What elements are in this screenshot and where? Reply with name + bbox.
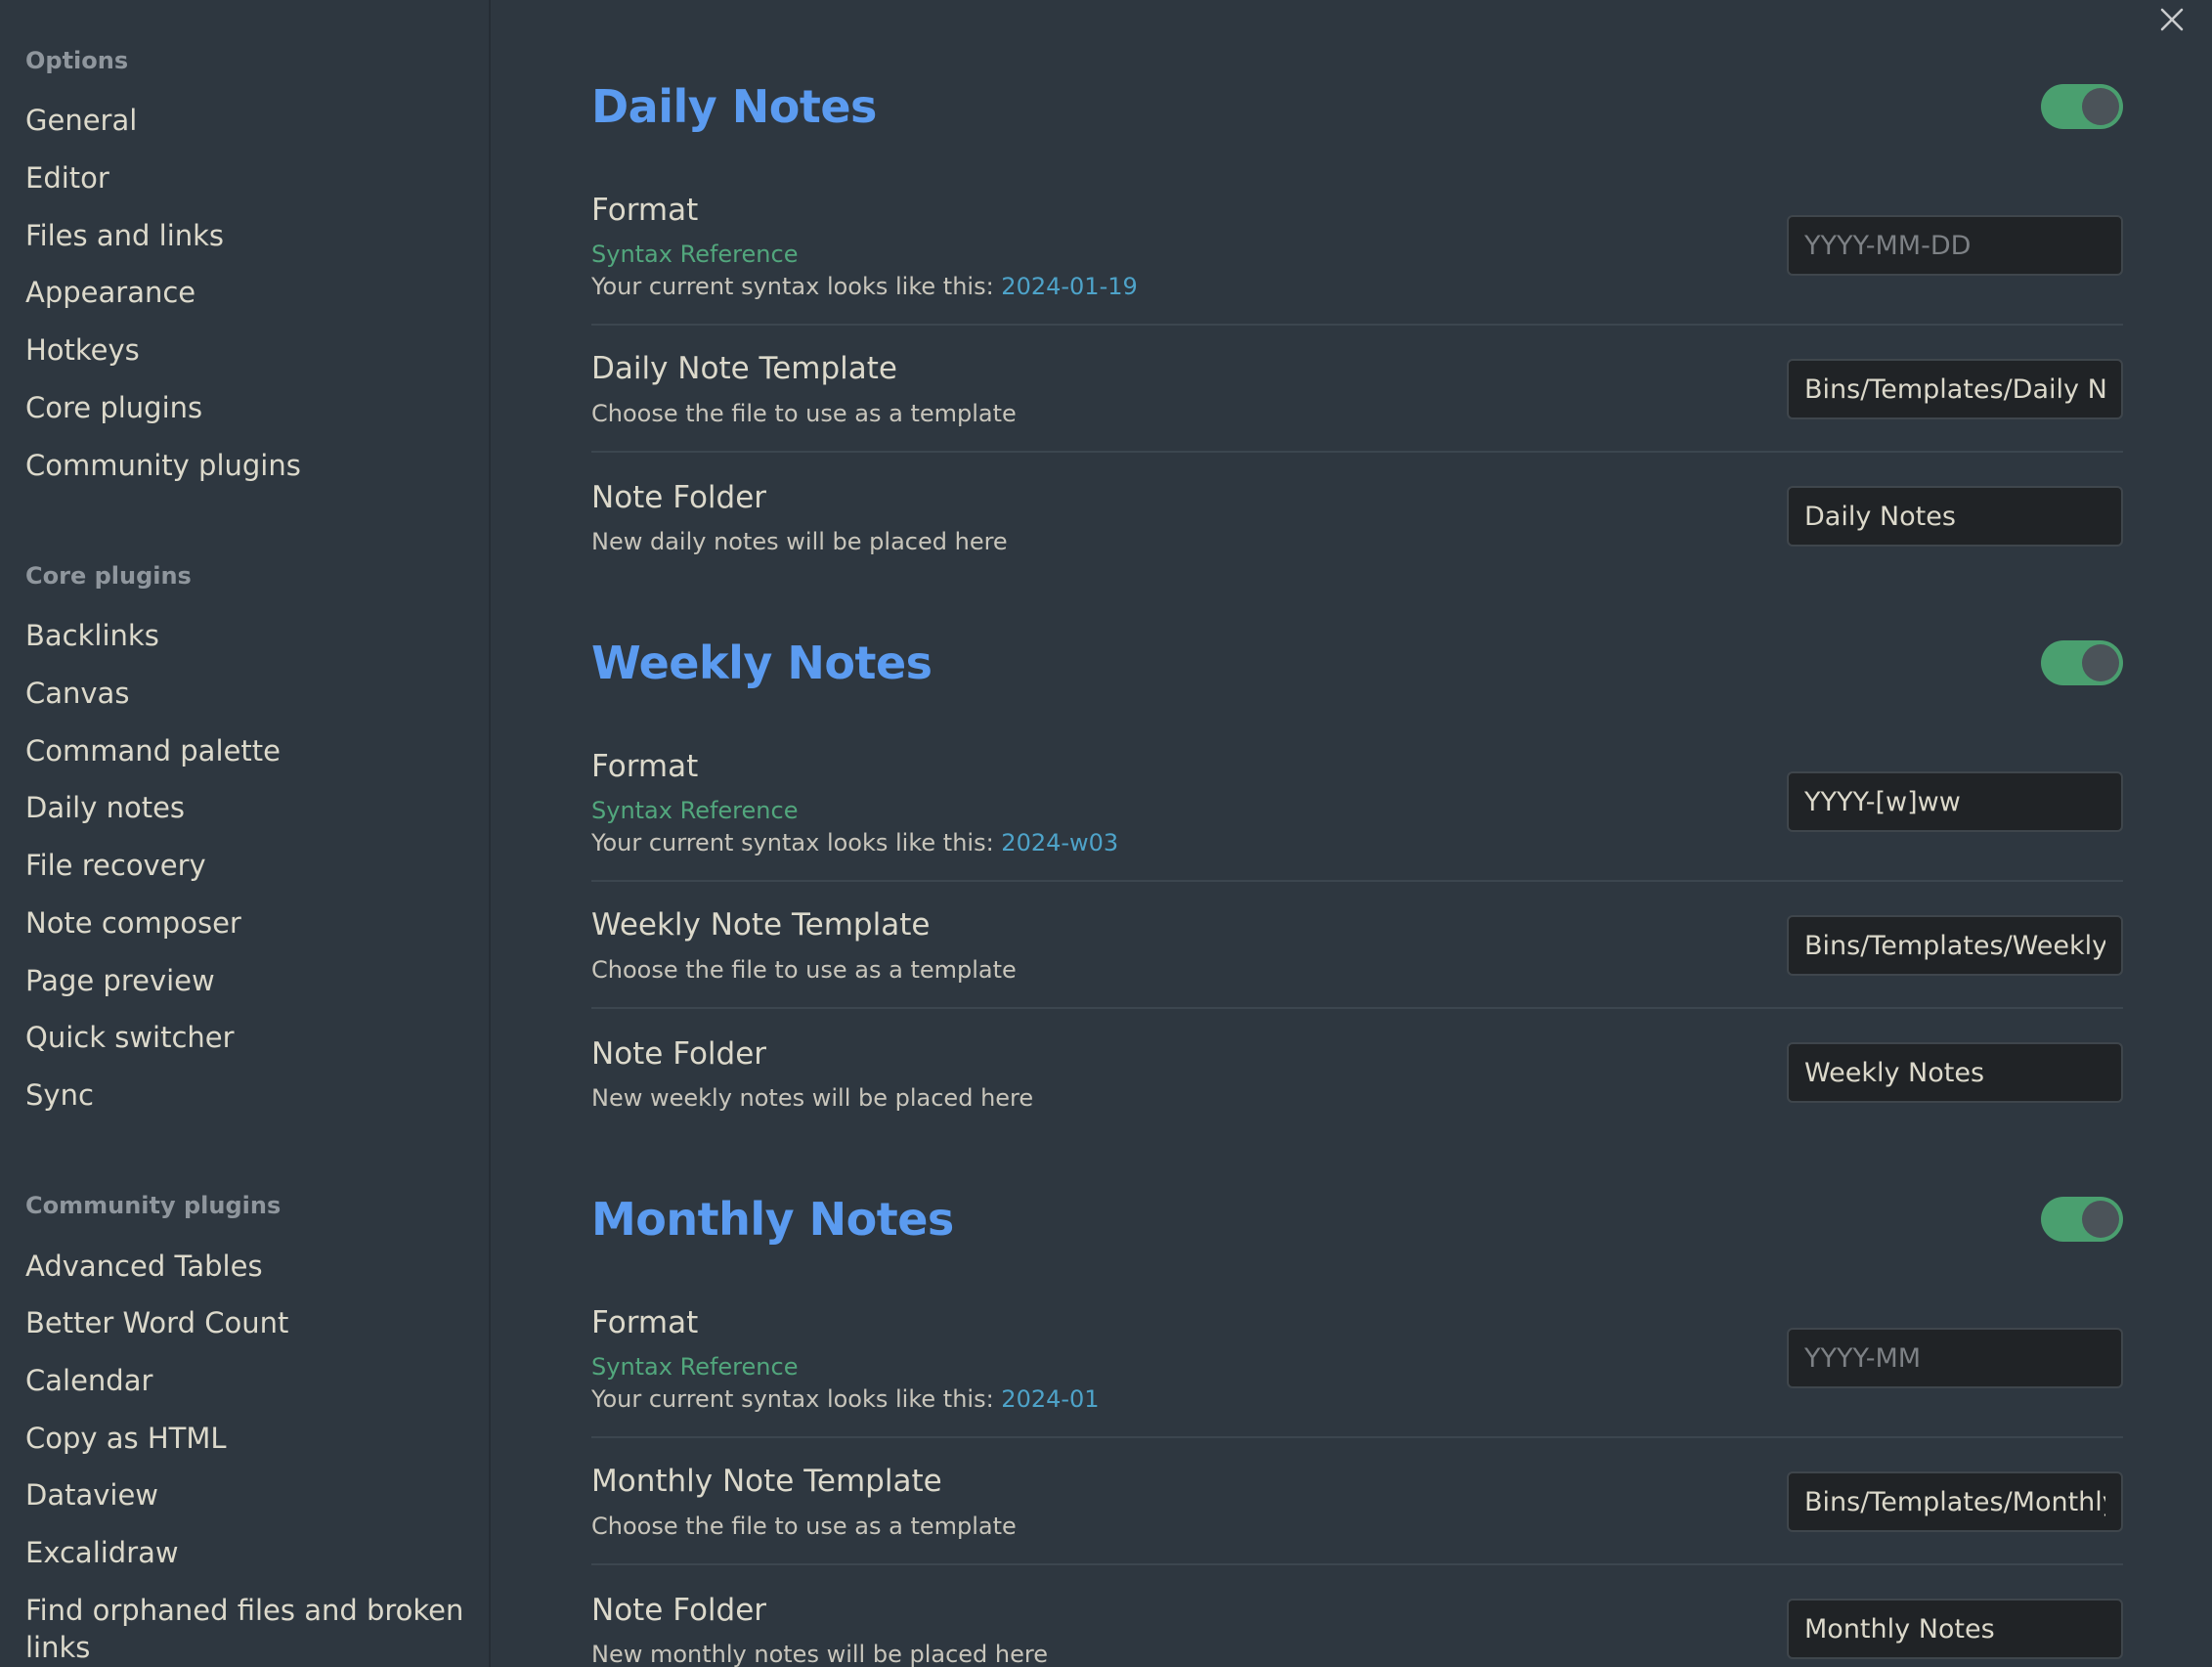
- close-button[interactable]: [2152, 0, 2191, 39]
- sidebar-item-better-word-count[interactable]: Better Word Count: [25, 1304, 475, 1341]
- sidebar-item-calendar[interactable]: Calendar: [25, 1362, 475, 1399]
- daily-syntax-preview: Your current syntax looks like this: 202…: [591, 273, 1138, 300]
- weekly-template-label: Weekly Note Template: [591, 907, 931, 943]
- weekly-format-input[interactable]: [1787, 771, 2123, 832]
- monthly-template-desc: Choose the file to use as a template: [591, 1513, 1017, 1540]
- sidebar-item-hotkeys[interactable]: Hotkeys: [25, 331, 475, 369]
- sidebar-item-appearance[interactable]: Appearance: [25, 274, 475, 311]
- daily-format-input[interactable]: [1787, 215, 2123, 276]
- toggle-knob: [2082, 88, 2119, 125]
- syntax-prefix: Your current syntax looks like this:: [591, 829, 1002, 856]
- sidebar-heading-community-plugins: Community plugins: [25, 1192, 282, 1219]
- syntax-prefix: Your current syntax looks like this:: [591, 273, 1002, 300]
- daily-template-desc: Choose the file to use as a template: [591, 400, 1017, 427]
- weekly-syntax-reference-link[interactable]: Syntax Reference: [591, 797, 798, 824]
- monthly-notes-title: Monthly Notes: [591, 1193, 954, 1246]
- syntax-prefix: Your current syntax looks like this:: [591, 1385, 1002, 1413]
- monthly-notes-toggle[interactable]: [2041, 1197, 2123, 1242]
- monthly-syntax-preview: Your current syntax looks like this: 202…: [591, 1385, 1100, 1413]
- weekly-folder-desc: New weekly notes will be placed here: [591, 1084, 1034, 1112]
- sidebar-item-files-and-links[interactable]: Files and links: [25, 217, 475, 254]
- sidebar-item-find-orphaned-files[interactable]: Find orphaned files and broken links: [25, 1592, 475, 1666]
- weekly-notes-toggle[interactable]: [2041, 640, 2123, 685]
- weekly-folder-label: Note Folder: [591, 1036, 767, 1072]
- sidebar-item-advanced-tables[interactable]: Advanced Tables: [25, 1248, 475, 1285]
- weekly-format-label: Format: [591, 749, 699, 784]
- divider: [591, 1007, 2123, 1009]
- sidebar-item-dataview[interactable]: Dataview: [25, 1476, 475, 1513]
- daily-template-label: Daily Note Template: [591, 351, 897, 386]
- settings-window: Options General Editor Files and links A…: [0, 0, 2212, 1667]
- settings-sidebar: Options General Editor Files and links A…: [0, 0, 491, 1667]
- weekly-template-desc: Choose the file to use as a template: [591, 956, 1017, 984]
- monthly-template-label: Monthly Note Template: [591, 1464, 942, 1499]
- monthly-syntax-value: 2024-01: [1001, 1385, 1100, 1413]
- toggle-knob: [2082, 644, 2119, 681]
- sidebar-item-community-plugins[interactable]: Community plugins: [25, 447, 475, 484]
- sidebar-heading-core-plugins: Core plugins: [25, 562, 192, 590]
- sidebar-heading-options: Options: [25, 47, 129, 74]
- monthly-format-label: Format: [591, 1305, 699, 1340]
- weekly-syntax-value: 2024-w03: [1001, 829, 1119, 856]
- divider: [591, 451, 2123, 453]
- weekly-notes-title: Weekly Notes: [591, 636, 933, 689]
- monthly-template-input[interactable]: [1787, 1471, 2123, 1532]
- weekly-syntax-preview: Your current syntax looks like this: 202…: [591, 829, 1118, 856]
- daily-syntax-value: 2024-01-19: [1001, 273, 1138, 300]
- weekly-folder-input[interactable]: [1787, 1042, 2123, 1103]
- daily-notes-toggle[interactable]: [2041, 84, 2123, 129]
- monthly-syntax-reference-link[interactable]: Syntax Reference: [591, 1353, 798, 1381]
- daily-folder-label: Note Folder: [591, 480, 767, 515]
- sidebar-item-canvas[interactable]: Canvas: [25, 675, 475, 712]
- sidebar-item-note-composer[interactable]: Note composer: [25, 904, 475, 942]
- sidebar-item-sync[interactable]: Sync: [25, 1076, 475, 1114]
- divider: [591, 880, 2123, 882]
- close-icon: [2160, 8, 2184, 31]
- toggle-knob: [2082, 1201, 2119, 1238]
- sidebar-item-copy-as-html[interactable]: Copy as HTML: [25, 1420, 475, 1457]
- sidebar-item-quick-switcher[interactable]: Quick switcher: [25, 1019, 475, 1056]
- divider: [591, 1563, 2123, 1565]
- sidebar-item-editor[interactable]: Editor: [25, 159, 475, 197]
- monthly-folder-label: Note Folder: [591, 1593, 767, 1628]
- daily-folder-input[interactable]: [1787, 486, 2123, 547]
- divider: [591, 1436, 2123, 1438]
- sidebar-item-daily-notes[interactable]: Daily notes: [25, 789, 475, 826]
- monthly-folder-input[interactable]: [1787, 1599, 2123, 1659]
- daily-folder-desc: New daily notes will be placed here: [591, 528, 1008, 555]
- divider: [591, 324, 2123, 326]
- sidebar-item-general[interactable]: General: [25, 102, 475, 139]
- sidebar-item-excalidraw[interactable]: Excalidraw: [25, 1534, 475, 1571]
- daily-syntax-reference-link[interactable]: Syntax Reference: [591, 241, 798, 268]
- daily-format-label: Format: [591, 193, 699, 228]
- sidebar-item-command-palette[interactable]: Command palette: [25, 732, 475, 769]
- sidebar-item-backlinks[interactable]: Backlinks: [25, 617, 475, 654]
- sidebar-item-page-preview[interactable]: Page preview: [25, 962, 475, 999]
- weekly-template-input[interactable]: [1787, 915, 2123, 976]
- monthly-format-input[interactable]: [1787, 1328, 2123, 1388]
- daily-template-input[interactable]: [1787, 359, 2123, 419]
- monthly-folder-desc: New monthly notes will be placed here: [591, 1641, 1048, 1667]
- daily-notes-title: Daily Notes: [591, 80, 877, 133]
- sidebar-item-file-recovery[interactable]: File recovery: [25, 847, 475, 884]
- sidebar-item-core-plugins[interactable]: Core plugins: [25, 389, 475, 426]
